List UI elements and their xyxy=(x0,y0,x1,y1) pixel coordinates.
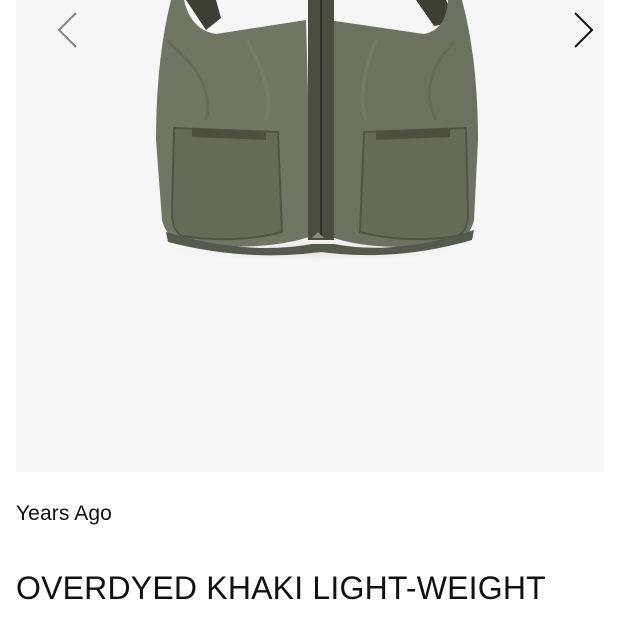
product-gallery[interactable] xyxy=(16,0,604,472)
product-image xyxy=(144,0,484,264)
chevron-left-icon xyxy=(56,11,78,54)
chevron-right-icon xyxy=(573,11,595,54)
product-brand[interactable]: Years Ago xyxy=(16,502,112,526)
product-page: Years Ago OVERDYED KHAKI LIGHT-WEIGHT xyxy=(0,0,620,620)
gallery-prev-button[interactable] xyxy=(52,11,82,54)
gallery-next-button[interactable] xyxy=(569,11,599,54)
product-title: OVERDYED KHAKI LIGHT-WEIGHT xyxy=(16,570,546,606)
